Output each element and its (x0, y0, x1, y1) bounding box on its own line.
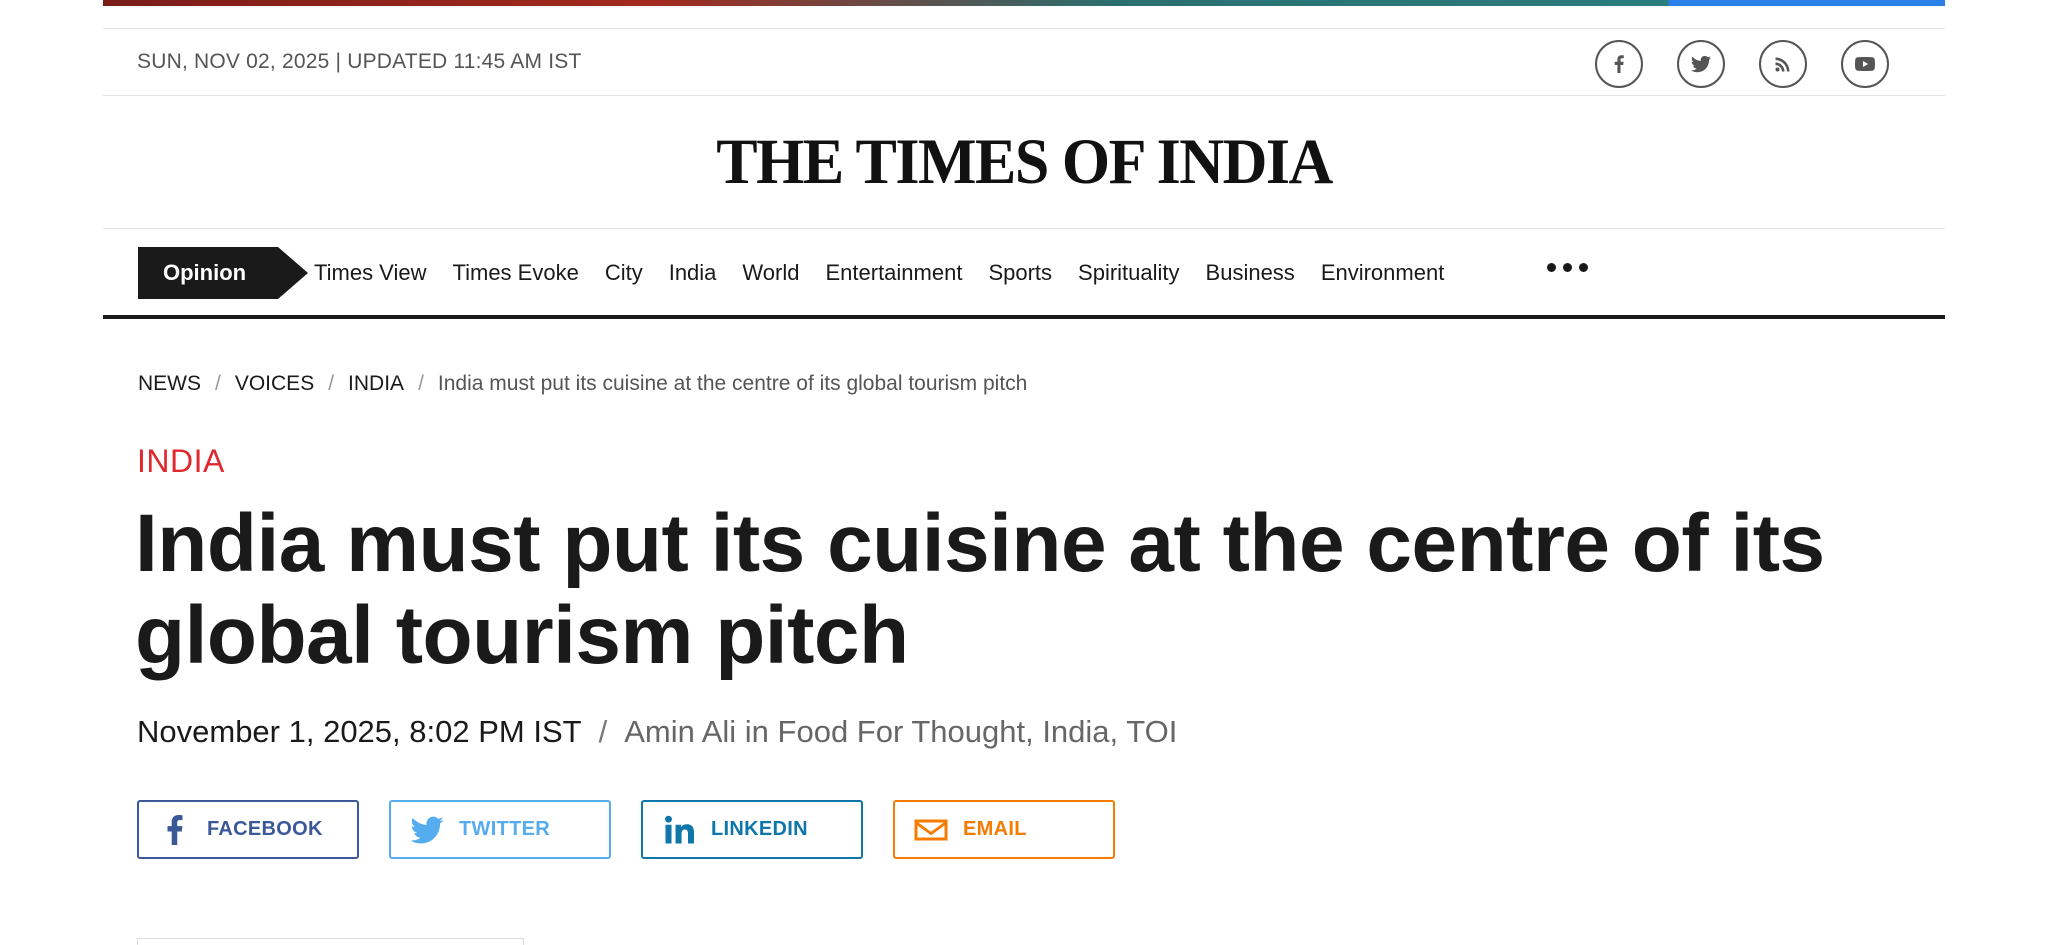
share-facebook-label: FACEBOOK (207, 818, 323, 840)
site-logo[interactable]: THE TIMES OF INDIA (716, 125, 1333, 200)
nav-item-sports[interactable]: Sports (988, 260, 1052, 286)
publish-date: November 1, 2025, 8:02 PM IST (137, 714, 582, 749)
twitter-icon[interactable] (1677, 40, 1725, 88)
main-nav: Opinion Times View Times Evoke City Indi… (103, 229, 1945, 319)
breadcrumb-separator: / (215, 372, 221, 395)
nav-item-spirituality[interactable]: Spirituality (1078, 260, 1179, 286)
meta-separator: / (598, 714, 608, 749)
breadcrumb-separator: / (328, 372, 335, 395)
nav-item-city[interactable]: City (605, 260, 643, 286)
nav-opinion-tab[interactable]: Opinion (138, 247, 308, 299)
article-meta: November 1, 2025, 8:02 PM IST / Amin Ali… (137, 714, 1177, 750)
share-buttons: FACEBOOK TWITTER LINKEDIN EMAIL (137, 800, 1115, 859)
nav-item-business[interactable]: Business (1206, 260, 1295, 286)
share-linkedin-label: LINKEDIN (711, 818, 808, 840)
breadcrumb-current: India must put its cuisine at the centre… (437, 372, 1028, 395)
dateline: SUN, NOV 02, 2025 | UPDATED 11:45 AM IST (137, 50, 582, 73)
facebook-icon[interactable] (1595, 40, 1643, 88)
masthead: THE TIMES OF INDIA (103, 96, 1945, 229)
top-bar: SUN, NOV 02, 2025 | UPDATED 11:45 AM IST (103, 28, 1945, 96)
byline[interactable]: Amin Ali in Food For Thought, India, TOI (624, 714, 1177, 750)
youtube-icon[interactable] (1841, 40, 1889, 88)
top-ad-strip (103, 0, 1945, 6)
rss-icon[interactable] (1759, 40, 1807, 88)
content-box-edge (137, 938, 524, 945)
nav-item-india[interactable]: India (669, 260, 717, 286)
social-links (1595, 40, 1889, 88)
twitter-icon (410, 816, 444, 843)
share-email-label: EMAIL (963, 818, 1027, 840)
linkedin-icon (665, 815, 694, 843)
nav-item-environment[interactable]: Environment (1321, 260, 1445, 286)
more-menu-icon[interactable] (1547, 263, 1588, 272)
section-label[interactable]: INDIA (137, 443, 225, 480)
nav-links: Times View Times Evoke City India World … (314, 247, 1470, 299)
facebook-icon (167, 814, 183, 845)
breadcrumb: NEWS / VOICES / INDIA / India must put i… (138, 372, 1027, 396)
nav-item-times-evoke[interactable]: Times Evoke (452, 260, 578, 286)
share-linkedin-button[interactable]: LINKEDIN (641, 800, 863, 859)
share-facebook-button[interactable]: FACEBOOK (137, 800, 359, 859)
nav-item-entertainment[interactable]: Entertainment (825, 260, 962, 286)
email-icon (914, 819, 948, 840)
breadcrumb-separator: / (418, 372, 424, 395)
article-headline: India must put its cuisine at the centre… (135, 498, 1825, 681)
breadcrumb-india[interactable]: INDIA (348, 372, 404, 396)
breadcrumb-news[interactable]: NEWS (138, 372, 201, 396)
share-email-button[interactable]: EMAIL (893, 800, 1115, 859)
share-twitter-label: TWITTER (459, 818, 550, 840)
breadcrumb-voices[interactable]: VOICES (235, 372, 314, 396)
nav-item-world[interactable]: World (742, 260, 799, 286)
nav-item-times-view[interactable]: Times View (314, 260, 426, 286)
share-twitter-button[interactable]: TWITTER (389, 800, 611, 859)
